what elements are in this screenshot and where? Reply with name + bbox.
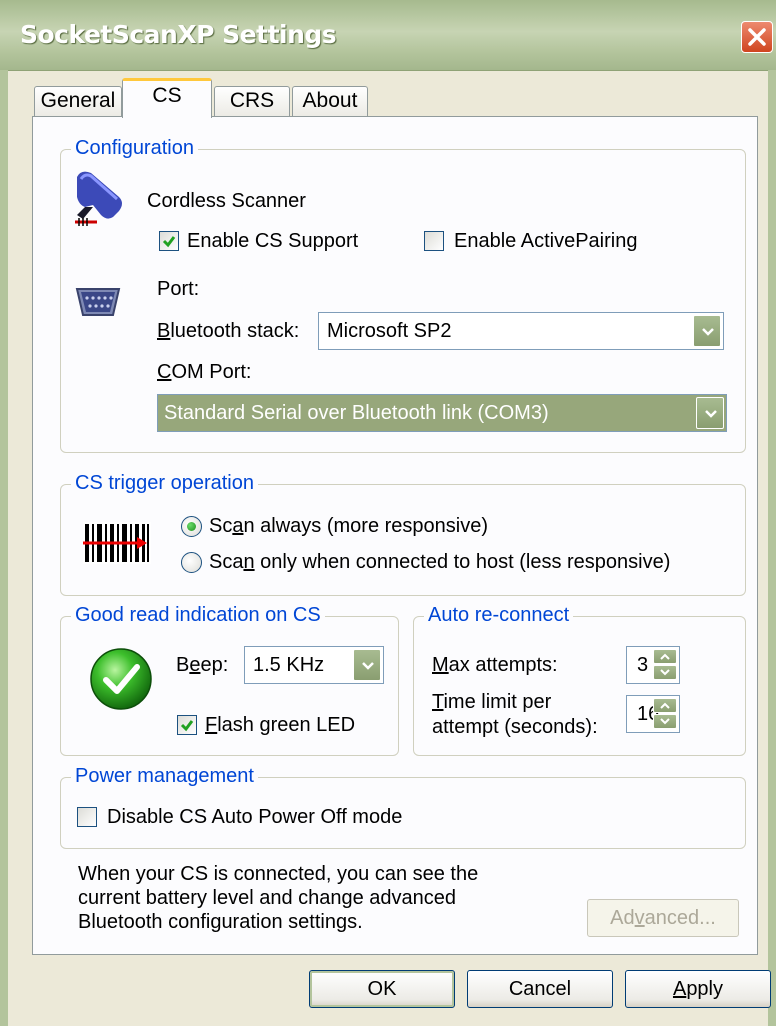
info-line-2: current battery level and change advance… — [78, 887, 457, 909]
configuration-group: Configuration Cordless Scanner Enable CS… — [60, 135, 746, 453]
power-management-title: Power management — [71, 763, 258, 789]
enable-cs-support-checkbox[interactable] — [159, 231, 179, 251]
bluetooth-stack-select[interactable]: Microsoft SP2 — [318, 312, 724, 350]
scan-when-connected-radio[interactable] — [181, 552, 202, 573]
good-read-title: Good read indication on CS — [71, 602, 325, 628]
auto-reconnect-title: Auto re-connect — [424, 602, 574, 628]
close-button[interactable] — [741, 21, 773, 53]
com-port-select[interactable]: Standard Serial over Bluetooth link (COM… — [157, 394, 727, 432]
max-attempts-up-button[interactable] — [653, 649, 677, 664]
bluetooth-stack-label: Bluetooth stack: — [157, 320, 300, 342]
beep-dropdown-button[interactable] — [353, 649, 381, 681]
max-attempts-down-button[interactable] — [653, 665, 677, 680]
disable-auto-power-off-checkbox[interactable] — [77, 807, 97, 827]
battery-info-note: When your CS is connected, you can see t… — [78, 862, 478, 934]
enable-activepairing-label[interactable]: Enable ActivePairing — [454, 228, 637, 254]
close-icon — [748, 28, 766, 46]
configuration-title: Configuration — [71, 135, 198, 161]
disable-auto-power-off-label[interactable]: Disable CS Auto Power Off mode — [107, 804, 402, 830]
time-limit-up-button[interactable] — [653, 698, 677, 713]
window-frame-right — [768, 70, 776, 1026]
barcode-scan-icon — [83, 522, 151, 564]
com-port-label: COM Port: — [157, 361, 252, 383]
time-limit-label-line1: Time limit per — [432, 691, 552, 713]
serial-port-icon — [75, 288, 121, 316]
trigger-title: CS trigger operation — [71, 470, 258, 496]
apply-button[interactable]: Apply — [625, 970, 771, 1008]
time-limit-spinner[interactable]: 16 — [626, 695, 680, 733]
scan-always-radio[interactable] — [181, 516, 202, 537]
cordless-scanner-icon — [75, 171, 122, 226]
check-icon — [162, 236, 176, 248]
chevron-up-icon — [660, 653, 670, 660]
advanced-button[interactable]: Advanced... — [587, 899, 739, 937]
beep-label: Beep: — [176, 654, 229, 676]
cordless-scanner-label: Cordless Scanner — [147, 190, 306, 212]
tab-general[interactable]: General — [34, 86, 122, 116]
auto-reconnect-group: Auto re-connect Max attempts: 3 Time lim… — [413, 602, 746, 756]
green-check-icon — [90, 648, 152, 710]
radio-selected-dot — [187, 522, 196, 531]
chevron-down-icon — [705, 410, 717, 418]
port-label: Port: — [157, 278, 200, 300]
good-read-group: Good read indication on CS Beep: 1.5 KHz… — [60, 602, 399, 756]
max-attempts-value: 3 — [637, 654, 649, 676]
com-port-dropdown-button[interactable] — [696, 397, 724, 429]
power-management-group: Power management Disable CS Auto Power O… — [60, 763, 746, 849]
chevron-down-icon — [660, 718, 670, 725]
window-title: SocketScanXP Settings — [20, 20, 337, 49]
info-line-3: Bluetooth configuration settings. — [78, 911, 363, 933]
bluetooth-stack-dropdown-button[interactable] — [693, 315, 721, 347]
beep-select[interactable]: 1.5 KHz — [244, 646, 384, 684]
enable-activepairing-checkbox[interactable] — [424, 231, 444, 251]
title-bar[interactable]: SocketScanXP Settings — [0, 0, 776, 71]
tab-about[interactable]: About — [292, 86, 368, 116]
time-limit-down-button[interactable] — [653, 714, 677, 729]
scan-always-label[interactable]: Scan always (more responsive) — [209, 513, 488, 539]
com-port-value: Standard Serial over Bluetooth link (COM… — [164, 402, 549, 424]
tab-panel-cs: Configuration Cordless Scanner Enable CS… — [32, 116, 758, 955]
tab-cs[interactable]: CS — [122, 78, 212, 118]
ok-button[interactable]: OK — [309, 970, 455, 1008]
flash-green-led-checkbox[interactable] — [177, 715, 197, 735]
tab-crs-label: CRS — [229, 89, 275, 112]
window-frame-left — [0, 70, 8, 1026]
tab-about-label: About — [302, 89, 358, 112]
trigger-group: CS trigger operation Scan always (more r… — [60, 470, 746, 596]
max-attempts-label: Max attempts: — [432, 654, 558, 676]
flash-green-led-label[interactable]: Flash green LED — [205, 712, 355, 738]
bluetooth-stack-value: Microsoft SP2 — [327, 320, 452, 342]
tab-general-label: General — [40, 89, 116, 112]
time-limit-label-line2: attempt (seconds): — [432, 716, 598, 738]
cancel-button[interactable]: Cancel — [467, 970, 613, 1008]
tab-cs-label: CS — [152, 84, 182, 107]
info-line-1: When your CS is connected, you can see t… — [78, 863, 479, 885]
enable-cs-support-label[interactable]: Enable CS Support — [187, 228, 358, 254]
tab-crs[interactable]: CRS — [214, 86, 290, 116]
check-icon — [180, 720, 194, 732]
chevron-down-icon — [702, 328, 714, 336]
beep-value: 1.5 KHz — [253, 654, 325, 676]
chevron-down-icon — [362, 662, 374, 670]
chevron-up-icon — [660, 702, 670, 709]
scan-when-connected-label[interactable]: Scan only when connected to host (less r… — [209, 549, 670, 575]
chevron-down-icon — [660, 669, 670, 676]
max-attempts-spinner[interactable]: 3 — [626, 646, 680, 684]
